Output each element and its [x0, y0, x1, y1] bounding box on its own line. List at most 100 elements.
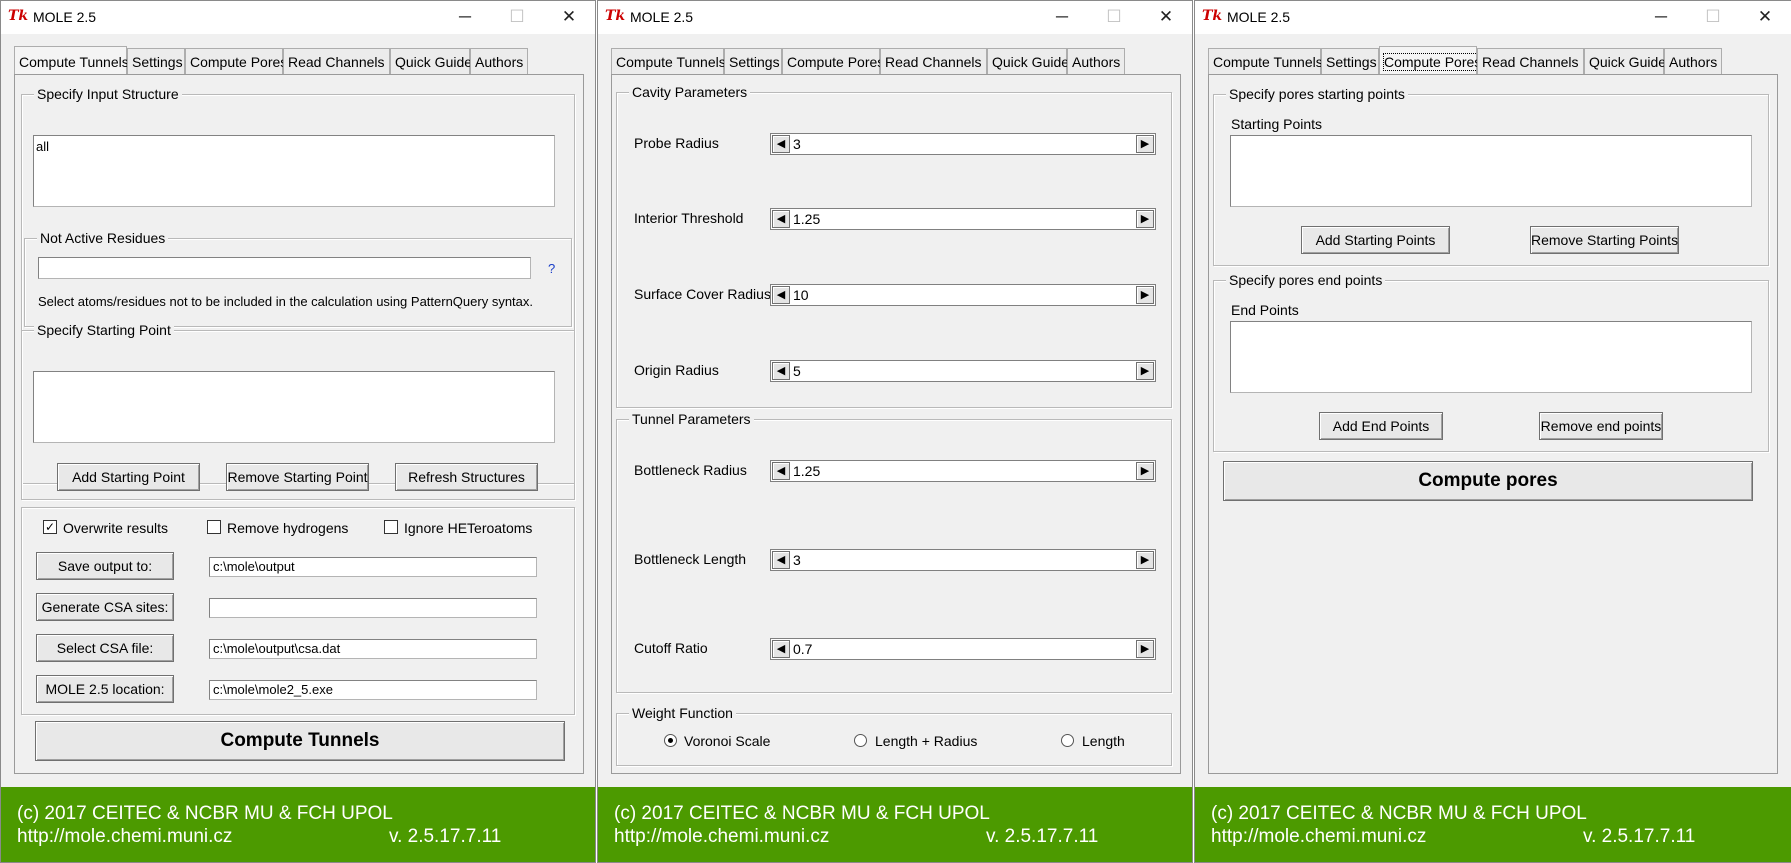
probe-radius-label: Probe Radius — [634, 135, 719, 151]
remove-end-points-button[interactable]: Remove end points — [1539, 412, 1663, 440]
tab-compute-pores[interactable]: Compute Pores — [185, 48, 287, 74]
end-points-label: End Points — [1231, 302, 1299, 318]
bottleneck-radius-spinbox[interactable]: ◀ 1.25 ▶ — [770, 460, 1156, 482]
tab-quick-guide[interactable]: Quick Guide — [1584, 48, 1666, 74]
remove-hydrogens-checkbox[interactable] — [207, 520, 221, 534]
increment-arrow-icon[interactable]: ▶ — [1136, 640, 1154, 658]
maximize-icon[interactable]: ☐ — [1687, 1, 1739, 34]
tab-compute-tunnels[interactable]: Compute Tunnels — [14, 46, 129, 74]
website-link[interactable]: http://mole.chemi.muni.cz — [614, 826, 829, 848]
copyright-text: (c) 2017 CEITEC & NCBR MU & FCH UPOL — [614, 803, 990, 824]
tab-settings[interactable]: Settings — [724, 48, 782, 74]
remove-starting-points-button[interactable]: Remove Starting Points — [1530, 226, 1679, 254]
increment-arrow-icon[interactable]: ▶ — [1136, 210, 1154, 228]
cavity-parameters-group: Cavity Parameters Probe Radius ◀ 3 ▶ Int… — [616, 84, 1172, 408]
title-bar[interactable]: Tk MOLE 2.5 ─ ☐ ✕ — [1, 1, 595, 34]
cutoff-ratio-spinbox[interactable]: ◀ 0.7 ▶ — [770, 638, 1156, 660]
help-icon[interactable]: ? — [548, 261, 555, 276]
tab-read-channels[interactable]: Read Channels — [1477, 48, 1584, 74]
maximize-icon[interactable]: ☐ — [1088, 1, 1140, 34]
starting-point-text[interactable] — [33, 371, 555, 443]
options-group: ✓ Overwrite results Remove hydrogens Ign… — [21, 507, 575, 715]
website-link[interactable]: http://mole.chemi.muni.cz — [1211, 826, 1426, 848]
minimize-icon[interactable]: ─ — [439, 1, 491, 34]
not-active-residues-input[interactable] — [38, 257, 531, 279]
tab-settings[interactable]: Settings — [1321, 48, 1379, 74]
bottleneck-length-spinbox[interactable]: ◀ 3 ▶ — [770, 549, 1156, 571]
input-structure-text[interactable]: all — [33, 135, 555, 207]
tab-quick-guide[interactable]: Quick Guide — [390, 48, 472, 74]
compute-pores-button[interactable]: Compute pores — [1223, 461, 1753, 501]
tab-compute-tunnels[interactable]: Compute Tunnels — [1208, 48, 1323, 74]
add-starting-points-button[interactable]: Add Starting Points — [1301, 226, 1450, 254]
end-points-text[interactable] — [1230, 321, 1752, 393]
mole-location-button[interactable]: MOLE 2.5 location: — [36, 675, 174, 703]
mole-window-compute-tunnels: Tk MOLE 2.5 ─ ☐ ✕ Compute Tunnels Settin… — [0, 0, 596, 863]
probe-radius-spinbox[interactable]: ◀ 3 ▶ — [770, 133, 1156, 155]
window-title: MOLE 2.5 — [1227, 9, 1291, 25]
tab-quick-guide[interactable]: Quick Guide — [987, 48, 1069, 74]
increment-arrow-icon[interactable]: ▶ — [1136, 362, 1154, 380]
close-icon[interactable]: ✕ — [1739, 1, 1791, 34]
window-title: MOLE 2.5 — [33, 9, 97, 25]
ignore-heteroatoms-checkbox[interactable] — [384, 520, 398, 534]
decrement-arrow-icon[interactable]: ◀ — [772, 210, 790, 228]
not-active-residues-hint: Select atoms/residues not to be included… — [38, 294, 534, 309]
minimize-icon[interactable]: ─ — [1635, 1, 1687, 34]
maximize-icon[interactable]: ☐ — [491, 1, 543, 34]
save-output-button[interactable]: Save output to: — [36, 552, 174, 580]
increment-arrow-icon[interactable]: ▶ — [1136, 462, 1154, 480]
refresh-structures-button[interactable]: Refresh Structures — [395, 463, 538, 491]
csa-sites-input[interactable] — [209, 598, 537, 618]
title-bar[interactable]: Tk MOLE 2.5 ─ ☐ ✕ — [598, 1, 1192, 34]
tab-compute-pores[interactable]: Compute Pores — [782, 48, 884, 74]
tab-read-channels[interactable]: Read Channels — [283, 48, 390, 74]
decrement-arrow-icon[interactable]: ◀ — [772, 640, 790, 658]
website-link[interactable]: http://mole.chemi.muni.cz — [17, 826, 232, 848]
tab-settings[interactable]: Settings — [127, 48, 185, 74]
generate-csa-sites-button[interactable]: Generate CSA sites: — [36, 593, 174, 621]
minimize-icon[interactable]: ─ — [1036, 1, 1088, 34]
weight-length-radio[interactable] — [1061, 734, 1074, 747]
interior-threshold-spinbox[interactable]: ◀ 1.25 ▶ — [770, 208, 1156, 230]
weight-length-radius-radio[interactable] — [854, 734, 867, 747]
decrement-arrow-icon[interactable]: ◀ — [772, 286, 790, 304]
select-csa-file-button[interactable]: Select CSA file: — [36, 634, 174, 662]
decrement-arrow-icon[interactable]: ◀ — [772, 551, 790, 569]
pores-starting-points-title: Specify pores starting points — [1226, 86, 1408, 102]
tab-compute-tunnels[interactable]: Compute Tunnels — [611, 48, 726, 74]
close-icon[interactable]: ✕ — [543, 1, 595, 34]
compute-tunnels-button[interactable]: Compute Tunnels — [35, 721, 565, 761]
starting-points-label: Starting Points — [1231, 116, 1323, 132]
close-icon[interactable]: ✕ — [1140, 1, 1192, 34]
tab-authors[interactable]: Authors — [470, 48, 528, 74]
csa-file-path-input[interactable]: c:\mole\output\csa.dat — [209, 639, 537, 659]
weight-voronoi-radio[interactable] — [664, 734, 677, 747]
tk-logo-icon: Tk — [8, 8, 29, 24]
add-end-points-button[interactable]: Add End Points — [1319, 412, 1443, 440]
save-output-path-input[interactable]: c:\mole\output — [209, 557, 537, 577]
probe-radius-value: 3 — [793, 136, 801, 152]
origin-radius-spinbox[interactable]: ◀ 5 ▶ — [770, 360, 1156, 382]
surface-cover-radius-label: Surface Cover Radius — [634, 286, 771, 302]
decrement-arrow-icon[interactable]: ◀ — [772, 135, 790, 153]
tab-read-channels[interactable]: Read Channels — [880, 48, 987, 74]
tab-authors[interactable]: Authors — [1067, 48, 1125, 74]
add-starting-point-button[interactable]: Add Starting Point — [57, 463, 200, 491]
tunnel-parameters-title: Tunnel Parameters — [629, 411, 754, 427]
increment-arrow-icon[interactable]: ▶ — [1136, 286, 1154, 304]
copyright-text: (c) 2017 CEITEC & NCBR MU & FCH UPOL — [17, 803, 393, 824]
decrement-arrow-icon[interactable]: ◀ — [772, 362, 790, 380]
tab-panel-compute-pores: Specify pores starting points Starting P… — [1208, 74, 1778, 774]
decrement-arrow-icon[interactable]: ◀ — [772, 462, 790, 480]
overwrite-results-checkbox[interactable]: ✓ — [43, 520, 57, 534]
remove-starting-point-button[interactable]: Remove Starting Point — [226, 463, 369, 491]
surface-cover-radius-spinbox[interactable]: ◀ 10 ▶ — [770, 284, 1156, 306]
starting-points-text[interactable] — [1230, 135, 1752, 207]
tab-compute-pores[interactable]: Compute Pores — [1379, 46, 1483, 74]
tab-authors[interactable]: Authors — [1664, 48, 1722, 74]
mole-location-path-input[interactable]: c:\mole\mole2_5.exe — [209, 680, 537, 700]
increment-arrow-icon[interactable]: ▶ — [1136, 135, 1154, 153]
increment-arrow-icon[interactable]: ▶ — [1136, 551, 1154, 569]
title-bar[interactable]: Tk MOLE 2.5 ─ ☐ ✕ — [1195, 1, 1791, 34]
